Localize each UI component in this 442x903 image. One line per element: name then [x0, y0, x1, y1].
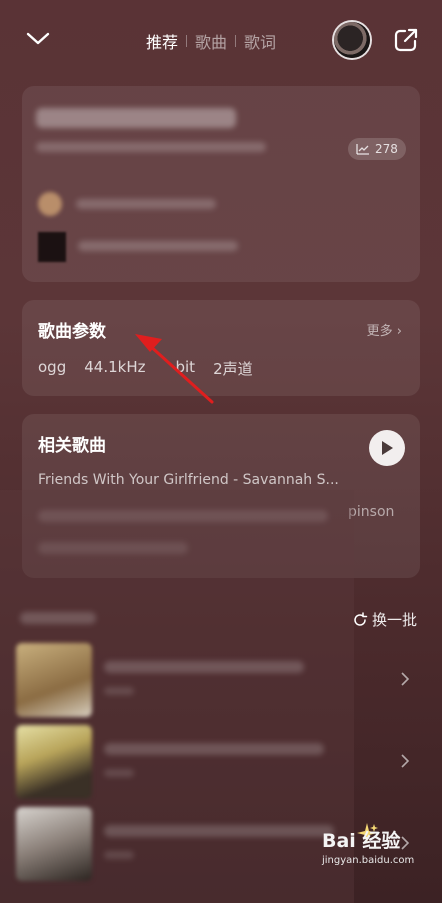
watermark-url: jingyan.baidu.com	[322, 855, 415, 866]
tab-separator	[235, 35, 237, 47]
blurred-song-name	[104, 743, 324, 755]
blurred-song-meta	[104, 687, 134, 695]
related-song-item-partial[interactable]: pinson	[348, 504, 394, 520]
play-icon	[382, 441, 393, 455]
song-info-card[interactable]	[22, 86, 420, 282]
collapse-chevron-icon[interactable]	[24, 24, 52, 52]
top-tabs: 推荐 歌曲 歌词	[146, 28, 276, 54]
blurred-artist-name	[76, 199, 216, 209]
play-count-badge: 278	[348, 138, 406, 160]
avatar[interactable]	[334, 22, 370, 58]
params-more-link[interactable]: 更多 ›	[367, 320, 402, 339]
watermark-brand-text: Bai 经验	[322, 830, 401, 852]
more-label: 更多	[366, 324, 393, 339]
param-channels: 2声道	[213, 360, 253, 378]
param-bit-depth: bit	[175, 358, 196, 376]
chevron-right-icon	[401, 754, 410, 768]
param-sample-rate: 44.1kHz	[84, 358, 146, 376]
tab-lyrics[interactable]: 歌词	[244, 29, 276, 53]
list-item[interactable]	[16, 643, 420, 717]
params-title: 歌曲参数	[38, 322, 106, 342]
share-icon[interactable]	[392, 26, 420, 54]
song-params-card: 歌曲参数 更多 › ogg 44.1kHz bit 2声道	[22, 300, 420, 396]
blurred-song-meta	[104, 851, 134, 859]
blurred-section-title	[20, 612, 96, 624]
blurred-song-title	[36, 108, 236, 128]
watermark-brand: Bai 经验	[322, 826, 400, 853]
param-format: ogg	[38, 358, 67, 376]
refresh-button[interactable]: 换一批	[352, 609, 417, 630]
trend-chart-icon	[356, 144, 369, 155]
related-title: 相关歌曲	[38, 436, 106, 456]
song-thumbnail	[16, 725, 92, 799]
tab-song[interactable]: 歌曲	[195, 29, 227, 53]
blurred-song-name	[104, 661, 304, 673]
blurred-song-meta	[104, 769, 134, 777]
list-item[interactable]	[16, 725, 420, 799]
chevron-right-icon	[401, 672, 410, 686]
chevron-right-icon: ›	[396, 324, 402, 339]
blurred-artist-avatar	[38, 192, 62, 216]
play-count: 278	[375, 142, 398, 156]
watermark: Bai 经验 jingyan.baidu.com	[322, 826, 414, 866]
params-list: ogg 44.1kHz bit 2声道	[38, 358, 253, 379]
related-song-item[interactable]: Friends With Your Girlfriend - Savannah …	[38, 472, 356, 488]
blurred-album-name	[78, 241, 238, 251]
tab-recommend[interactable]: 推荐	[146, 29, 178, 53]
refresh-label: 换一批	[372, 611, 418, 629]
blurred-album-cover	[38, 232, 66, 262]
blurred-song-name	[104, 825, 334, 837]
song-thumbnail	[16, 643, 92, 717]
song-thumbnail	[16, 807, 92, 881]
refresh-icon	[354, 611, 368, 626]
tab-separator	[186, 35, 188, 47]
blurred-song-subtitle	[36, 142, 266, 152]
play-button[interactable]	[369, 430, 405, 466]
